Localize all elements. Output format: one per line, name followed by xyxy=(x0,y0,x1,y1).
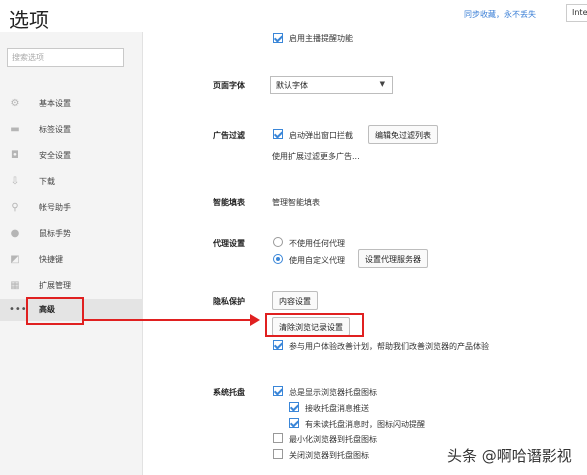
sidebar-item-label: 基本设置 xyxy=(39,99,71,108)
sidebar-item-extensions[interactable]: ▦ 扩展管理 xyxy=(0,275,143,297)
annotation-box-clear-history xyxy=(265,313,364,337)
sidebar-item-label: 扩展管理 xyxy=(39,281,71,290)
no-proxy-label: 不使用任何代理 xyxy=(289,239,345,248)
flash-icon-checkbox[interactable] xyxy=(289,418,299,428)
font-row-label: 页面字体 xyxy=(213,81,245,90)
sidebar-item-label: 快捷键 xyxy=(39,255,63,264)
minimize-to-tray-checkbox[interactable] xyxy=(273,433,283,443)
sidebar-item-shortcut[interactable]: ◩ 快捷键 xyxy=(0,249,143,271)
receive-push-label: 接收托盘消息推送 xyxy=(305,404,369,413)
sidebar-item-download[interactable]: ⇩ 下载 xyxy=(0,171,143,193)
close-to-tray-checkbox[interactable] xyxy=(273,449,283,459)
sidebar: 搜索选项 ⚙ 基本设置 ▬ 标签设置 ◘ 安全设置 ⇩ 下载 ⚲ 帐号助手 ● … xyxy=(0,32,143,475)
watermark: 头条 @啊哈谮影视 xyxy=(447,447,572,465)
page-title: 选项 xyxy=(9,8,49,32)
edit-filter-list-button[interactable]: 编辑免过滤列表 xyxy=(368,125,438,144)
custom-proxy-radio[interactable] xyxy=(273,254,283,264)
more-filter-link[interactable]: 使用扩展过滤更多广告... xyxy=(272,151,360,162)
tray-row-label: 系统托盘 xyxy=(213,388,245,397)
sidebar-item-tabs[interactable]: ▬ 标签设置 xyxy=(0,119,143,141)
sidebar-item-basic[interactable]: ⚙ 基本设置 xyxy=(0,93,143,115)
sidebar-item-label: 下载 xyxy=(39,177,55,186)
ux-plan-label: 参与用户体验改善计划，帮助我们改善浏览器的产品体验 xyxy=(289,342,489,351)
privacy-row-label: 隐私保护 xyxy=(213,297,245,306)
language-button[interactable]: Inte xyxy=(566,4,587,22)
gear-icon: ⚙ xyxy=(10,98,20,109)
more-icon: ••• xyxy=(9,304,27,315)
font-select[interactable]: 默认字体 ▼ xyxy=(270,76,393,94)
sync-link[interactable]: 同步收藏，永不丢失 xyxy=(464,9,536,20)
sidebar-item-label: 安全设置 xyxy=(39,151,71,160)
adfilter-row-label: 广告过滤 xyxy=(213,131,245,140)
sidebar-item-label: 鼠标手势 xyxy=(39,229,71,238)
custom-proxy-label: 使用自定义代理 xyxy=(289,256,345,265)
mouse-icon: ● xyxy=(10,228,20,239)
sidebar-item-label: 帐号助手 xyxy=(39,203,71,212)
font-select-value: 默认字体 xyxy=(276,81,308,90)
anchor-reminder-label: 启用主播提醒功能 xyxy=(289,34,353,43)
sidebar-item-security[interactable]: ◘ 安全设置 xyxy=(0,145,143,167)
download-icon: ⇩ xyxy=(10,176,20,187)
sidebar-item-mouse[interactable]: ● 鼠标手势 xyxy=(0,223,143,245)
shortcut-icon: ◩ xyxy=(10,254,20,265)
manage-autofill-link[interactable]: 管理智能填表 xyxy=(272,197,320,208)
show-tray-checkbox[interactable] xyxy=(273,386,283,396)
key-icon: ⚲ xyxy=(11,202,19,213)
search-input[interactable]: 搜索选项 xyxy=(7,48,124,67)
shield-icon: ◘ xyxy=(11,150,19,161)
close-to-tray-label: 关闭浏览器到托盘图标 xyxy=(289,451,369,460)
proxy-row-label: 代理设置 xyxy=(213,239,245,248)
content-settings-button[interactable]: 内容设置 xyxy=(272,291,318,310)
sidebar-item-label: 标签设置 xyxy=(39,125,71,134)
extension-icon: ▦ xyxy=(10,280,20,291)
ux-plan-checkbox[interactable] xyxy=(273,340,283,350)
popup-block-label: 启动弹出窗口拦截 xyxy=(289,131,353,140)
receive-push-checkbox[interactable] xyxy=(289,402,299,412)
proxy-server-button[interactable]: 设置代理服务器 xyxy=(358,249,428,268)
sidebar-item-account[interactable]: ⚲ 帐号助手 xyxy=(0,197,143,219)
annotation-arrow xyxy=(84,319,252,321)
popup-block-checkbox[interactable] xyxy=(273,129,283,139)
minimize-to-tray-label: 最小化浏览器到托盘图标 xyxy=(289,435,377,444)
show-tray-label: 总是显示浏览器托盘图标 xyxy=(289,388,377,397)
annotation-box-advanced xyxy=(26,297,84,325)
flash-icon-label: 有未读托盘消息时，图标闪动提醒 xyxy=(305,420,425,429)
anchor-reminder-checkbox[interactable] xyxy=(273,33,283,43)
tab-icon: ▬ xyxy=(10,124,20,135)
no-proxy-radio[interactable] xyxy=(273,237,283,247)
chevron-down-icon: ▼ xyxy=(379,80,385,88)
annotation-arrow-head xyxy=(250,314,260,326)
autofill-row-label: 智能填表 xyxy=(213,198,245,207)
